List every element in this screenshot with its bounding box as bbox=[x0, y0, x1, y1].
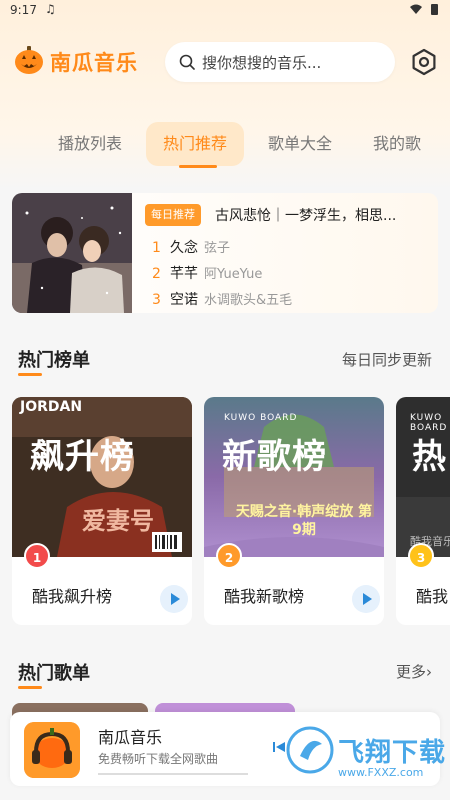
daily-playlist-title: 古风悲怆｜一梦浮生，相思... bbox=[215, 208, 397, 224]
daily-song-row[interactable]: 2 芊芊 阿YueYue bbox=[152, 263, 262, 283]
song-artist: 弦子 bbox=[204, 241, 231, 256]
headphone-pumpkin-icon bbox=[24, 722, 80, 778]
watermark: 飞翔下载 www.FXXZ.com bbox=[278, 712, 448, 798]
chart-card-new-songs[interactable]: KUWO BOARD 新歌榜 天赐之音·韩声绽放 第9期 2 酷我新歌榜 bbox=[204, 397, 384, 625]
watermark-logo-icon bbox=[286, 726, 334, 774]
cover-sub-text: 爱妻号 bbox=[82, 507, 154, 535]
search-icon bbox=[179, 54, 195, 70]
status-bar: 9:17 ♫ bbox=[0, 0, 450, 22]
watermark-url: www.FXXZ.com bbox=[338, 766, 424, 779]
hot-playlists-underline bbox=[18, 686, 42, 689]
tab-bar: 播放列表 热门推荐 歌单大全 我的歌 bbox=[0, 122, 450, 166]
more-link[interactable]: 更多› bbox=[396, 661, 432, 682]
play-icon[interactable] bbox=[160, 585, 188, 613]
daily-recommend-card[interactable]: 每日推荐 古风悲怆｜一梦浮生，相思... 1 久念 弦子 2 芊芊 阿YueYue 3空… bbox=[12, 193, 438, 313]
cover-sub-text: 天赐之音·韩声绽放 第9期 bbox=[235, 504, 373, 538]
song-artist: 水调歌头&五毛 bbox=[204, 293, 293, 308]
tab-hot-recommend[interactable]: 热门推荐 bbox=[146, 122, 244, 166]
chart-cover-title: 飙升榜 bbox=[30, 437, 135, 477]
search-placeholder: 搜你想搜的音乐... bbox=[202, 54, 322, 72]
song-name: 芊芊 bbox=[170, 266, 198, 282]
daily-song-row[interactable]: 1 久念 弦子 bbox=[152, 237, 230, 257]
song-name: 久念 bbox=[170, 240, 198, 256]
rank-badge: 3 bbox=[408, 543, 434, 569]
daily-badge: 每日推荐 bbox=[145, 204, 201, 226]
chart-card-soaring[interactable]: JORDAN 飙升榜 爱妻号 1 酷我飙升榜 bbox=[12, 397, 192, 625]
daily-song-row[interactable]: 3 空诺 水调歌头&五毛 bbox=[152, 289, 292, 309]
player-title: 南瓜音乐 bbox=[98, 728, 163, 747]
tab-my-songs[interactable]: 我的歌 bbox=[362, 122, 432, 166]
hot-charts-title: 热门榜单 bbox=[18, 350, 90, 371]
player-progress-bar[interactable] bbox=[98, 773, 248, 775]
chart-name: 酷我 bbox=[416, 587, 449, 606]
hot-charts-underline bbox=[18, 373, 42, 376]
chart-cover-title: 新歌榜 bbox=[222, 437, 327, 477]
song-name: 空诺 bbox=[170, 292, 198, 308]
wifi-icon bbox=[410, 4, 422, 14]
search-input[interactable]: 搜你想搜的音乐... bbox=[165, 42, 395, 82]
cover-top-text: JORDAN bbox=[20, 399, 83, 415]
kuwo-board-tag: KUWO BOARD bbox=[224, 413, 298, 423]
song-artist: 阿YueYue bbox=[204, 267, 263, 282]
hot-playlists-title: 热门歌单 bbox=[18, 663, 90, 684]
play-icon[interactable] bbox=[352, 585, 380, 613]
hot-charts-update-note: 每日同步更新 bbox=[341, 351, 432, 369]
battery-icon bbox=[431, 4, 438, 15]
chart-card-hot[interactable]: KUWO BOARD 热 酷我音乐 3 酷我 bbox=[396, 397, 450, 625]
chart-cover-title: 热 bbox=[412, 437, 447, 477]
watermark-text: 飞翔下载 bbox=[338, 738, 447, 768]
tab-playlist-collection[interactable]: 歌单大全 bbox=[260, 122, 340, 166]
chart-name: 酷我新歌榜 bbox=[224, 587, 305, 606]
rank-badge: 2 bbox=[216, 543, 242, 569]
song-rank: 2 bbox=[152, 266, 161, 282]
music-note-icon: ♫ bbox=[45, 2, 56, 16]
song-rank: 1 bbox=[152, 240, 161, 256]
rank-badge: 1 bbox=[24, 543, 50, 569]
settings-hexagon-icon[interactable] bbox=[410, 48, 438, 76]
tab-playlist[interactable]: 播放列表 bbox=[50, 122, 130, 166]
status-time: 9:17 bbox=[10, 3, 37, 17]
pumpkin-logo-icon bbox=[15, 46, 43, 74]
daily-cover-image bbox=[12, 193, 132, 313]
song-rank: 3 bbox=[152, 292, 161, 308]
player-subtitle: 免费畅听下载全网歌曲 bbox=[98, 752, 219, 766]
active-tab-indicator bbox=[179, 165, 217, 168]
chart-name: 酷我飙升榜 bbox=[32, 587, 113, 606]
app-title: 南瓜音乐 bbox=[50, 51, 138, 75]
